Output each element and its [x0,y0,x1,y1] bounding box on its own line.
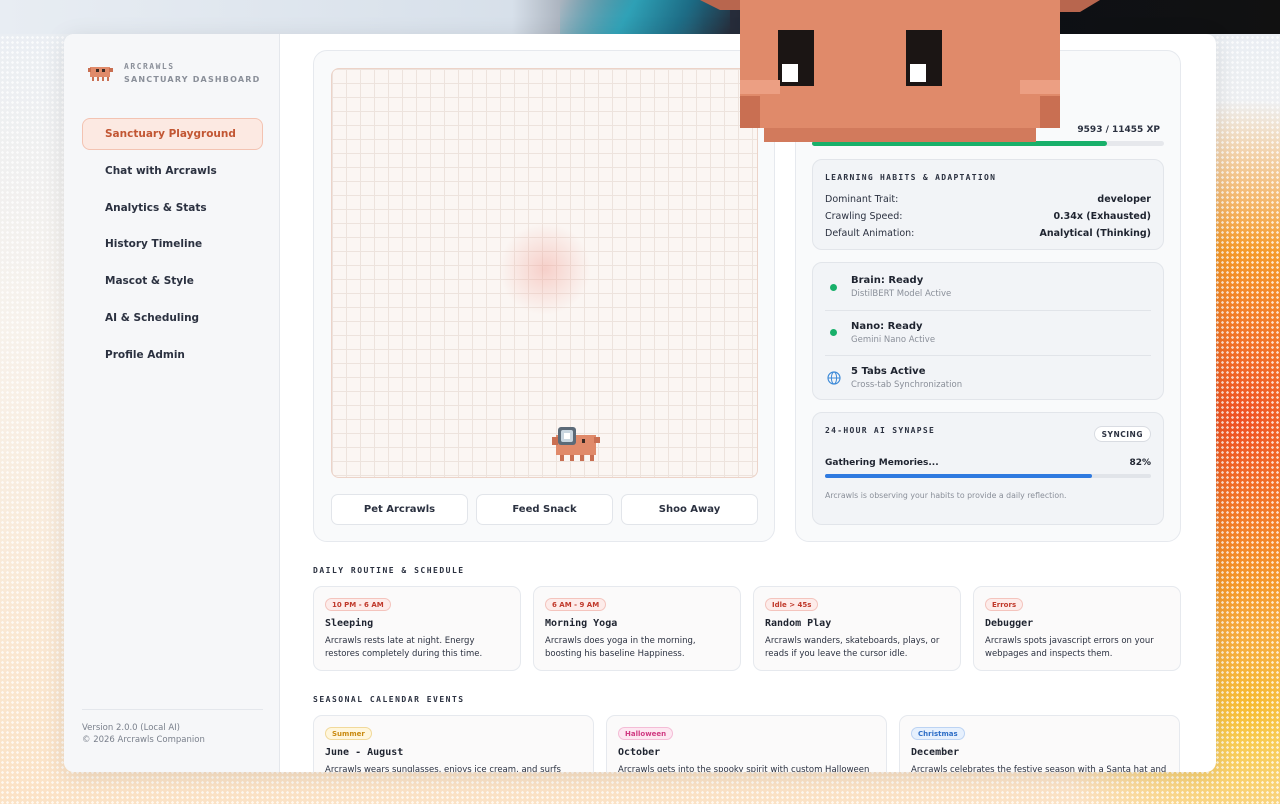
seasonal-badge: Christmas [911,727,965,740]
routine-tile-sleeping[interactable]: 10 PM - 6 AM Sleeping Arcrawls rests lat… [313,586,521,671]
playground-actions: Pet Arcrawls Feed Snack Shoo Away [331,494,758,525]
seasonal-badge: Halloween [618,727,674,740]
shoo-away-button[interactable]: Shoo Away [621,494,758,525]
status-sub: Cross-tab Synchronization [851,379,963,390]
globe-icon [827,370,841,385]
routine-badge: 10 PM - 6 AM [325,598,391,611]
seasonal-tile-christmas[interactable]: Christmas December Arcrawls celebrates t… [899,715,1180,772]
progress-value: 82% [1129,458,1151,468]
routine-heading: DAILY ROUTINE & SCHEDULE [313,566,465,575]
sidebar: ARCRAWLS SANCTUARY DASHBOARD Sanctuary P… [64,34,280,772]
routine-desc: Arcrawls wanders, skateboards, plays, or… [765,636,940,659]
brand: ARCRAWLS SANCTUARY DASHBOARD [88,62,260,84]
mascot-overlay-sprite[interactable] [700,0,1100,150]
seasonal-heading: SEASONAL CALENDAR EVENTS [313,695,465,704]
status-sub: DistilBERT Model Active [851,289,952,299]
status-nano: Nano: Ready Gemini Nano Active [825,310,1151,354]
sidebar-item-sanctuary-playground[interactable]: Sanctuary Playground [82,118,263,150]
routine-desc: Arcrawls spots javascript errors on your… [985,636,1154,659]
status-dot-icon [830,283,837,291]
sidebar-item-history[interactable]: History Timeline [82,228,263,260]
habit-key: Crawling Speed: [825,211,903,222]
brand-name: ARCRAWLS [124,62,175,71]
seasonal-title: December [911,747,960,758]
routine-badge: Idle > 45s [765,598,819,611]
status-tabs: 5 Tabs Active Cross-tab Synchronization [825,355,1151,399]
habit-value: 0.34x (Exhausted) [1053,211,1151,222]
brand-subtitle: SANCTUARY DASHBOARD [124,75,261,84]
sidebar-footer: Version 2.0.0 (Local AI) © 2026 Arcrawls… [82,709,263,746]
status-sub: Gemini Nano Active [851,334,936,345]
synapse-progress-row: Gathering Memories... 82% [825,458,1151,468]
seasonal-desc: Arcrawls gets into the spooky spirit wit… [618,765,870,772]
seasonal-desc: Arcrawls celebrates the festive season w… [911,765,1167,772]
routine-desc: Arcrawls rests late at night. Energy res… [325,636,483,659]
habits-title: LEARNING HABITS & ADAPTATION [825,173,997,182]
seasonal-title: June - August [325,747,404,758]
routine-tile-yoga[interactable]: 6 AM - 9 AM Morning Yoga Arcrawls does y… [533,586,741,671]
mascot-logo-icon [88,67,113,81]
sidebar-item-chat[interactable]: Chat with Arcrawls [82,155,263,187]
synapse-progress-fill [825,474,1093,478]
routine-title: Debugger [985,618,1034,629]
status-main: Brain: Ready [851,275,924,286]
habit-key: Default Animation: [825,228,915,239]
ai-synapse-card: 24-HOUR AI SYNAPSE SYNCING Gathering Mem… [812,412,1164,525]
habit-key: Dominant Trait: [825,194,899,205]
sidebar-item-profile-admin[interactable]: Profile Admin [82,339,263,371]
habit-row-animation: Default Animation: Analytical (Thinking) [825,228,1151,239]
habit-value: Analytical (Thinking) [1039,228,1151,239]
routine-badge: Errors [985,598,1024,611]
progress-label: Gathering Memories... [825,458,939,468]
sidebar-nav: Sanctuary Playground Chat with Arcrawls … [82,118,263,376]
seasonal-desc: Arcrawls wears sunglasses, enjoys ice cr… [325,765,561,772]
synapse-note: Arcrawls is observing your habits to pro… [825,491,1067,500]
status-main: 5 Tabs Active [851,365,926,377]
status-main: Nano: Ready [851,320,923,332]
synapse-progress-bar [825,474,1151,478]
playground-canvas[interactable] [331,68,758,478]
status-dot-icon [830,329,837,336]
routine-title: Morning Yoga [545,618,618,629]
routine-desc: Arcrawls does yoga in the morning, boost… [545,636,696,659]
seasonal-title: October [618,747,661,758]
seasonal-tile-summer[interactable]: Summer June - August Arcrawls wears sung… [313,715,594,772]
routine-badge: 6 AM - 9 AM [545,598,607,611]
arcrawls-pet-sprite[interactable] [550,425,602,465]
sidebar-item-ai-scheduling[interactable]: AI & Scheduling [82,302,263,334]
habit-row-trait: Dominant Trait: developer [825,194,1151,205]
learning-habits-card: LEARNING HABITS & ADAPTATION Dominant Tr… [812,159,1164,250]
routine-title: Random Play [765,618,832,629]
sidebar-item-analytics[interactable]: Analytics & Stats [82,192,263,224]
habit-row-speed: Crawling Speed: 0.34x (Exhausted) [825,211,1151,222]
habit-value: developer [1097,194,1151,205]
pet-button[interactable]: Pet Arcrawls [331,494,468,525]
routine-tile-random-play[interactable]: Idle > 45s Random Play Arcrawls wanders,… [753,586,961,671]
routine-title: Sleeping [325,618,374,629]
version-text: Version 2.0.0 (Local AI) [82,723,180,733]
seasonal-badge: Summer [325,727,372,740]
status-brain: Brain: Ready DistilBERT Model Active [825,265,1151,309]
ai-status-card: Brain: Ready DistilBERT Model Active Nan… [812,262,1164,400]
synapse-title: 24-HOUR AI SYNAPSE [825,426,936,435]
seasonal-tile-halloween[interactable]: Halloween October Arcrawls gets into the… [606,715,887,772]
routine-tile-debugger[interactable]: Errors Debugger Arcrawls spots javascrip… [973,586,1181,671]
copyright-text: © 2026 Arcrawls Companion [82,735,205,745]
syncing-badge: SYNCING [1093,426,1151,442]
feed-snack-button[interactable]: Feed Snack [476,494,613,525]
sidebar-item-mascot-style[interactable]: Mascot & Style [82,265,263,297]
